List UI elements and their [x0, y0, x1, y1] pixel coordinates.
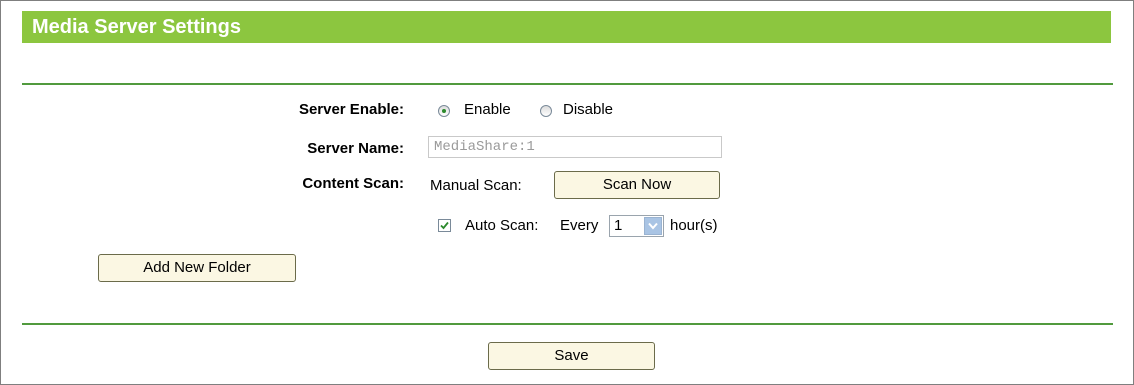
title-bar: Media Server Settings: [22, 11, 1111, 43]
auto-scan-checkbox[interactable]: [438, 219, 451, 232]
disable-radio[interactable]: [540, 105, 552, 117]
server-name-input[interactable]: MediaShare:1: [428, 136, 722, 158]
page-title: Media Server Settings: [32, 16, 241, 38]
auto-scan-label: Auto Scan:: [465, 217, 539, 234]
server-name-label: Server Name:: [307, 140, 404, 157]
every-label: Every: [560, 217, 599, 234]
bottom-divider: [22, 323, 1113, 325]
checkmark-icon: [440, 221, 449, 230]
dropdown-arrow-icon[interactable]: [644, 217, 662, 235]
top-divider: [22, 83, 1113, 85]
save-button[interactable]: Save: [488, 342, 655, 370]
unit-label: hour(s): [670, 217, 718, 234]
enable-radio-label[interactable]: Enable: [464, 101, 511, 118]
add-new-folder-button[interactable]: Add New Folder: [98, 254, 296, 282]
manual-scan-label: Manual Scan:: [430, 177, 522, 194]
scan-now-button[interactable]: Scan Now: [554, 171, 720, 199]
server-enable-label: Server Enable:: [298, 101, 404, 118]
content-scan-label: Content Scan:: [302, 175, 404, 192]
scan-interval-value: 1: [614, 217, 623, 234]
enable-radio[interactable]: [438, 105, 450, 117]
scan-interval-select[interactable]: 1: [609, 215, 664, 237]
disable-radio-label[interactable]: Disable: [563, 101, 613, 118]
